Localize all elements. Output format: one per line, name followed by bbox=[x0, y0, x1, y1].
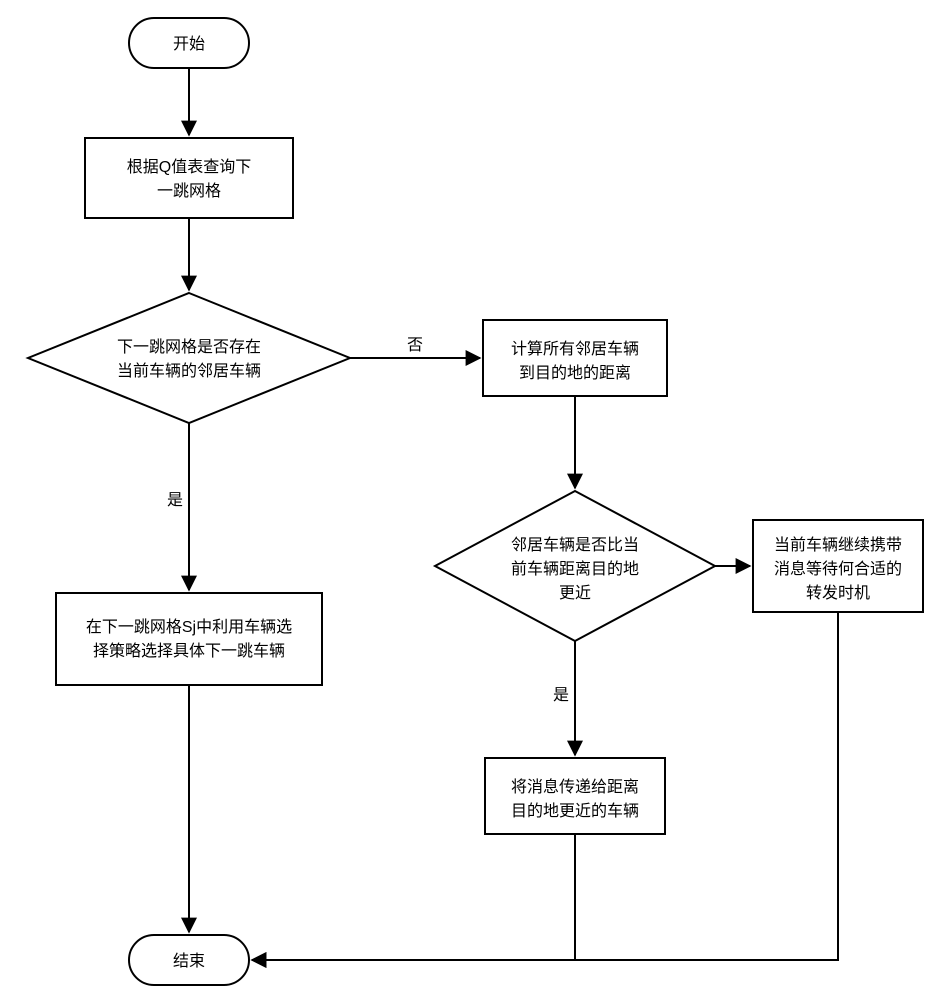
decision1-line2: 当前车辆的邻居车辆 bbox=[117, 362, 261, 380]
query-q-table-line1: 根据Q值表查询下 bbox=[127, 158, 251, 176]
calc-distance-line1: 计算所有邻居车辆 bbox=[511, 339, 639, 358]
forward-message-line1: 将消息传递给距离 bbox=[511, 778, 639, 796]
end-node: 结束 bbox=[129, 935, 249, 985]
decision1-line1: 下一跳网格是否存在 bbox=[117, 338, 261, 356]
carry-message-line1: 当前车辆继续携带 bbox=[774, 536, 902, 554]
carry-message-node: 当前车辆继续携带 消息等待何合适的 转发时机 bbox=[753, 520, 923, 612]
edge-no-label-1: 否 bbox=[407, 337, 423, 354]
flowchart-diagram: 开始 根据Q值表查询下 一跳网格 下一跳网格是否存在 当前车辆的邻居车辆 否 计… bbox=[0, 0, 934, 1000]
decision-neighbor-exists-node: 下一跳网格是否存在 当前车辆的邻居车辆 bbox=[28, 293, 350, 423]
decision2-line1: 邻居车辆是否比当 bbox=[511, 536, 639, 554]
query-q-table-node: 根据Q值表查询下 一跳网格 bbox=[85, 138, 293, 218]
decision-closer-node: 邻居车辆是否比当 前车辆距离目的地 更近 bbox=[435, 491, 715, 641]
edge-yes-label-1: 是 bbox=[167, 492, 183, 509]
select-vehicle-line2: 择策略选择具体下一跳车辆 bbox=[93, 642, 285, 660]
start-node: 开始 bbox=[129, 18, 249, 68]
carry-message-line3: 转发时机 bbox=[806, 584, 870, 602]
forward-message-node: 将消息传递给距离 目的地更近的车辆 bbox=[485, 758, 665, 834]
decision2-line2: 前车辆距离目的地 bbox=[511, 560, 639, 578]
edge-yes-label-2: 是 bbox=[553, 687, 569, 704]
forward-message-line2: 目的地更近的车辆 bbox=[511, 802, 639, 820]
carry-message-line2: 消息等待何合适的 bbox=[774, 560, 902, 578]
calc-distance-node: 计算所有邻居车辆 到目的地的距离 bbox=[483, 320, 667, 396]
decision2-line3: 更近 bbox=[559, 584, 591, 602]
calc-distance-line2: 到目的地的距离 bbox=[519, 364, 631, 382]
select-vehicle-node: 在下一跳网格Sj中利用车辆选 择策略选择具体下一跳车辆 bbox=[56, 593, 322, 685]
query-q-table-line2: 一跳网格 bbox=[157, 182, 221, 200]
edge-forward-end bbox=[252, 834, 575, 960]
end-label: 结束 bbox=[173, 952, 205, 970]
start-label: 开始 bbox=[173, 35, 205, 53]
select-vehicle-line1: 在下一跳网格Sj中利用车辆选 bbox=[86, 618, 292, 636]
